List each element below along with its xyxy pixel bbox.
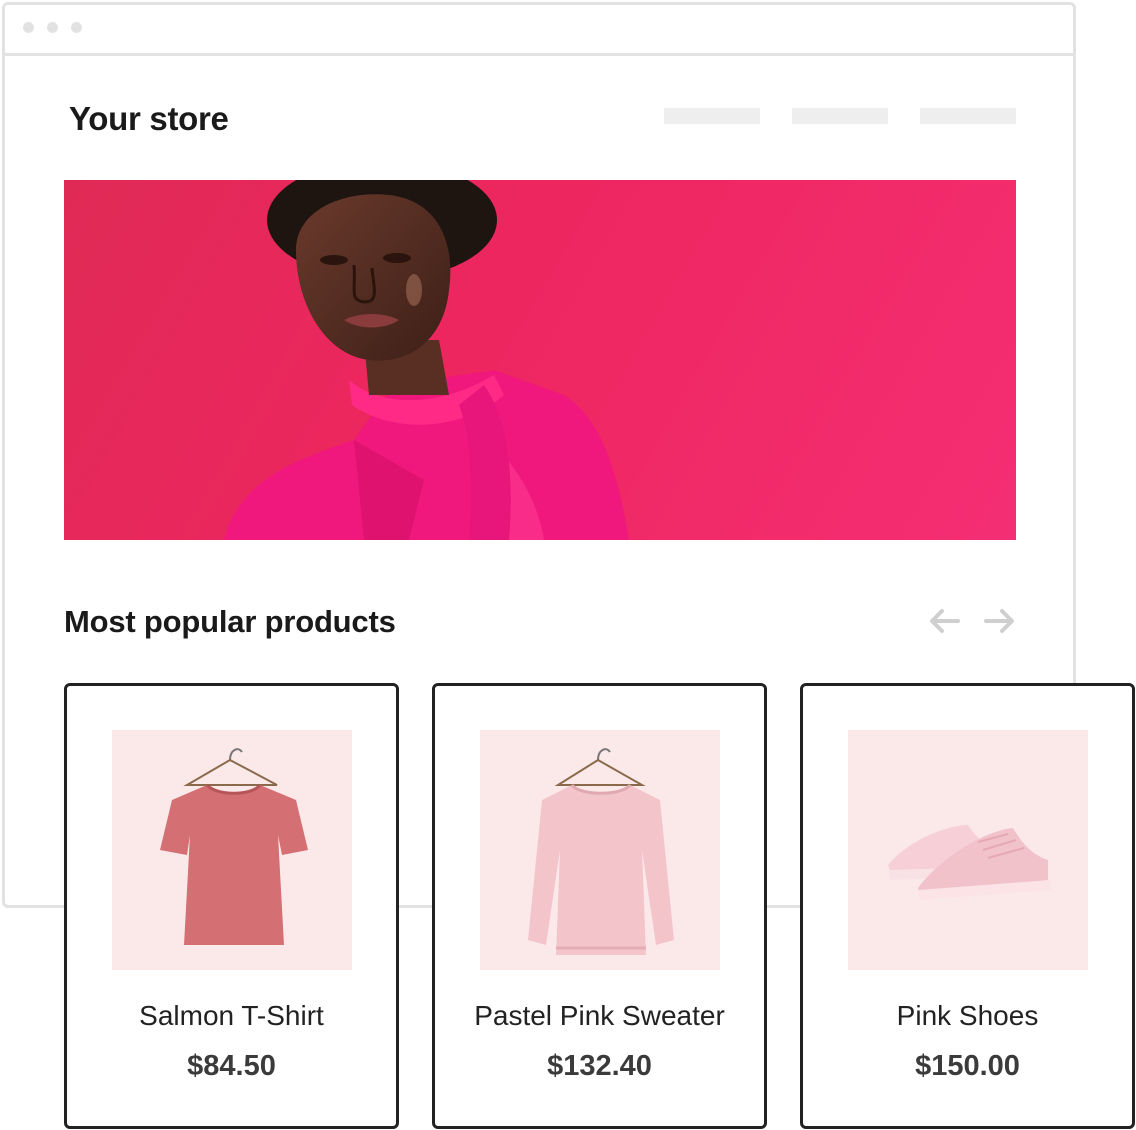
product-image[interactable] xyxy=(112,730,352,970)
browser-titlebar xyxy=(5,5,1073,56)
hero-model-image xyxy=(224,180,629,540)
nav-link-placeholder[interactable] xyxy=(920,108,1016,124)
sweater-icon xyxy=(528,748,674,955)
product-image[interactable] xyxy=(480,730,720,970)
product-card[interactable]: Pink Shoes $150.00 xyxy=(800,683,1135,1129)
arrow-right-icon[interactable] xyxy=(980,604,1020,638)
product-card[interactable]: Pastel Pink Sweater $132.40 xyxy=(432,683,767,1129)
product-name[interactable]: Pastel Pink Sweater xyxy=(435,1000,764,1032)
nav-link-placeholder[interactable] xyxy=(664,108,760,124)
product-price: $132.40 xyxy=(547,1050,652,1082)
sneakers-icon xyxy=(888,825,1052,900)
product-card[interactable]: Salmon T-Shirt $84.50 xyxy=(64,683,399,1129)
product-price: $150.00 xyxy=(915,1050,1020,1082)
window-dot-icon[interactable] xyxy=(71,22,82,33)
product-name[interactable]: Salmon T-Shirt xyxy=(67,1000,396,1032)
hero-banner xyxy=(64,180,1016,540)
product-name[interactable]: Pink Shoes xyxy=(803,1000,1132,1032)
product-price: $84.50 xyxy=(187,1050,276,1082)
product-image[interactable] xyxy=(848,730,1088,970)
arrow-left-icon[interactable] xyxy=(924,604,964,638)
nav-link-placeholder[interactable] xyxy=(792,108,888,124)
tshirt-icon xyxy=(160,748,308,945)
window-dot-icon[interactable] xyxy=(47,22,58,33)
section-title: Most popular products xyxy=(64,604,396,639)
window-dot-icon[interactable] xyxy=(23,22,34,33)
store-title: Your store xyxy=(69,100,229,137)
